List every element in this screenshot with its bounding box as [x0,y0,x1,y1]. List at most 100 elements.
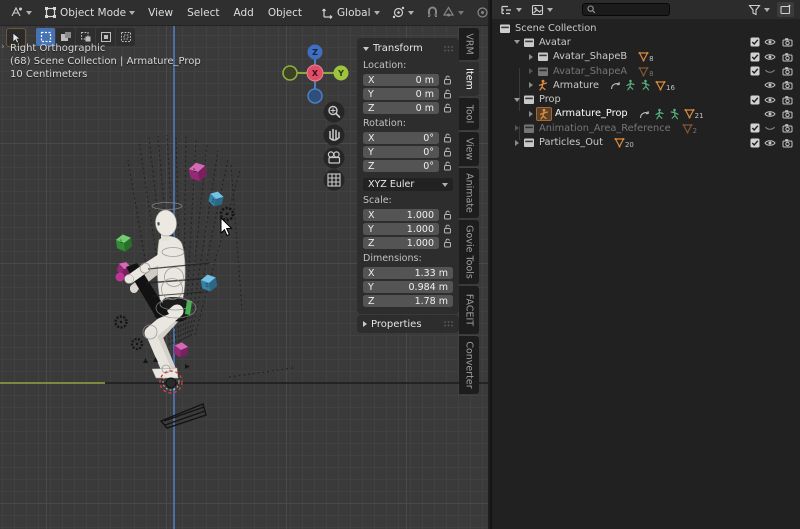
lock-rotation-z-button[interactable] [442,161,453,171]
hide-eye-toggle[interactable] [764,81,776,90]
grid-overlay-button[interactable] [324,170,345,191]
view-axis-gizmo[interactable]: Z Y X [283,45,349,104]
tab-faceit[interactable]: FACEIT [459,286,479,334]
pivot-point-button[interactable] [387,4,419,21]
exclude-checkbox[interactable] [750,95,760,105]
lock-scale-y-button[interactable] [442,224,453,234]
disclosure-triangle[interactable] [526,111,536,117]
tab-item[interactable]: Item [459,62,479,96]
pan-hand-button[interactable] [324,125,345,146]
outliner-row-particles-out[interactable]: Particles_Out 20 [492,135,800,149]
lock-scale-x-button[interactable] [442,210,453,220]
disclosure-triangle[interactable] [526,68,536,74]
location-x-field[interactable]: X 0 m [363,74,439,86]
snapping-group[interactable] [421,4,469,21]
mode-select[interactable]: Object Mode [39,4,140,21]
transform-panel-header[interactable]: Transform [363,41,453,56]
outliner-editor-type-button[interactable] [498,3,524,17]
outliner-row-avatar-shapeb[interactable]: Avatar_ShapeB 8 [492,50,800,64]
exclude-checkbox[interactable] [750,52,760,62]
panel-grip-icon[interactable] [444,321,453,327]
scale-z-field[interactable]: Z 1.000 [363,237,439,249]
outliner-row-armature-prop[interactable]: Armature_Prop [492,107,800,121]
exclude-checkbox[interactable] [750,138,760,148]
outliner-search[interactable] [582,3,670,16]
hide-eye-toggle[interactable] [764,109,776,118]
exclude-checkbox[interactable] [750,37,760,47]
render-camera-toggle[interactable] [782,138,793,148]
render-camera-toggle[interactable] [782,66,793,76]
search-input[interactable] [599,5,661,15]
dimensions-y-field[interactable]: Y 0.984 m [363,281,453,293]
particle-cube-blue-upper[interactable] [208,190,225,208]
panel-grip-icon[interactable] [444,46,453,52]
render-camera-toggle[interactable] [782,80,793,90]
hide-eye-toggle-closed[interactable] [764,67,776,76]
exclude-checkbox[interactable] [750,66,760,76]
editor-type-button[interactable] [4,4,37,21]
camera-view-button[interactable] [324,148,345,169]
lock-scale-z-button[interactable] [442,238,453,248]
render-camera-toggle[interactable] [782,109,793,119]
outliner-row-armature[interactable]: Armature [492,78,800,92]
scale-y-field[interactable]: Y 1.000 [363,223,439,235]
active-object-text: (68) Scene Collection | Armature_Prop [10,55,201,68]
particle-cube-blue-right[interactable] [200,273,218,292]
rotation-z-field[interactable]: Z 0° [363,160,439,172]
zoom-button[interactable] [324,102,345,123]
disclosure-triangle[interactable] [512,40,522,44]
rotation-mode-dropdown[interactable]: XYZ Euler [363,178,453,191]
render-camera-toggle[interactable] [782,37,793,47]
properties-panel-header[interactable]: Properties [357,315,459,333]
menu-add[interactable]: Add [227,5,259,21]
new-collection-button[interactable] [777,2,794,17]
lock-rotation-x-button[interactable] [442,133,453,143]
particle-cube-green[interactable] [115,233,132,252]
disclosure-triangle[interactable] [512,140,522,146]
disclosure-triangle[interactable] [526,82,536,88]
dimensions-x-field[interactable]: X 1.33 m [363,267,453,279]
tab-converter[interactable]: Converter [459,336,479,394]
tab-animate[interactable]: Animate [459,168,479,218]
outliner-row-prop[interactable]: Prop [492,92,800,106]
hide-eye-toggle[interactable] [764,95,776,104]
menu-view[interactable]: View [142,5,179,21]
toolbar-expand-arrow[interactable]: › [1,42,5,52]
disclosure-triangle[interactable] [526,54,536,60]
location-z-field[interactable]: Z 0 m [363,102,439,114]
outliner-row-scene-collection[interactable]: Scene Collection [492,21,800,35]
render-camera-toggle[interactable] [782,95,793,105]
hide-eye-toggle[interactable] [764,52,776,61]
outliner-row-animation-area-reference[interactable]: Animation_Area_Reference 2 [492,121,800,135]
lock-location-z-button[interactable] [442,103,453,113]
tab-view[interactable]: View [459,132,479,166]
outliner-row-avatar-shapea[interactable]: Avatar_ShapeA 8 [492,64,800,78]
rotation-y-field[interactable]: Y 0° [363,146,439,158]
tab-vrm[interactable]: VRM [459,28,479,60]
menu-object[interactable]: Object [262,5,308,21]
lock-rotation-y-button[interactable] [442,147,453,157]
hide-eye-toggle[interactable] [764,38,776,47]
exclude-checkbox[interactable] [750,123,760,133]
scale-x-field[interactable]: X 1.000 [363,209,439,221]
filter-button[interactable] [746,3,772,17]
lock-location-y-button[interactable] [442,89,453,99]
menu-select[interactable]: Select [181,5,225,21]
display-mode-button[interactable] [529,3,555,17]
outliner-row-avatar[interactable]: Avatar [492,35,800,49]
orientation-select[interactable]: Global [316,4,385,21]
disclosure-triangle[interactable] [512,98,522,102]
tab-tool[interactable]: Tool [459,98,479,130]
tab-govie-tools[interactable]: Govie Tools [459,220,479,284]
location-y-field[interactable]: Y 0 m [363,88,439,100]
particle-cube-pink-bottom[interactable] [173,342,188,359]
lock-location-x-button[interactable] [442,75,453,85]
render-camera-toggle[interactable] [782,123,793,133]
ground-wedge-wireframe[interactable] [161,404,206,428]
hide-eye-toggle[interactable] [764,138,776,147]
render-camera-toggle[interactable] [782,52,793,62]
disclosure-triangle[interactable] [512,125,522,131]
dimensions-z-field[interactable]: Z 1.78 m [363,295,453,307]
rotation-x-field[interactable]: X 0° [363,132,439,144]
hide-eye-toggle-closed[interactable] [764,124,776,133]
